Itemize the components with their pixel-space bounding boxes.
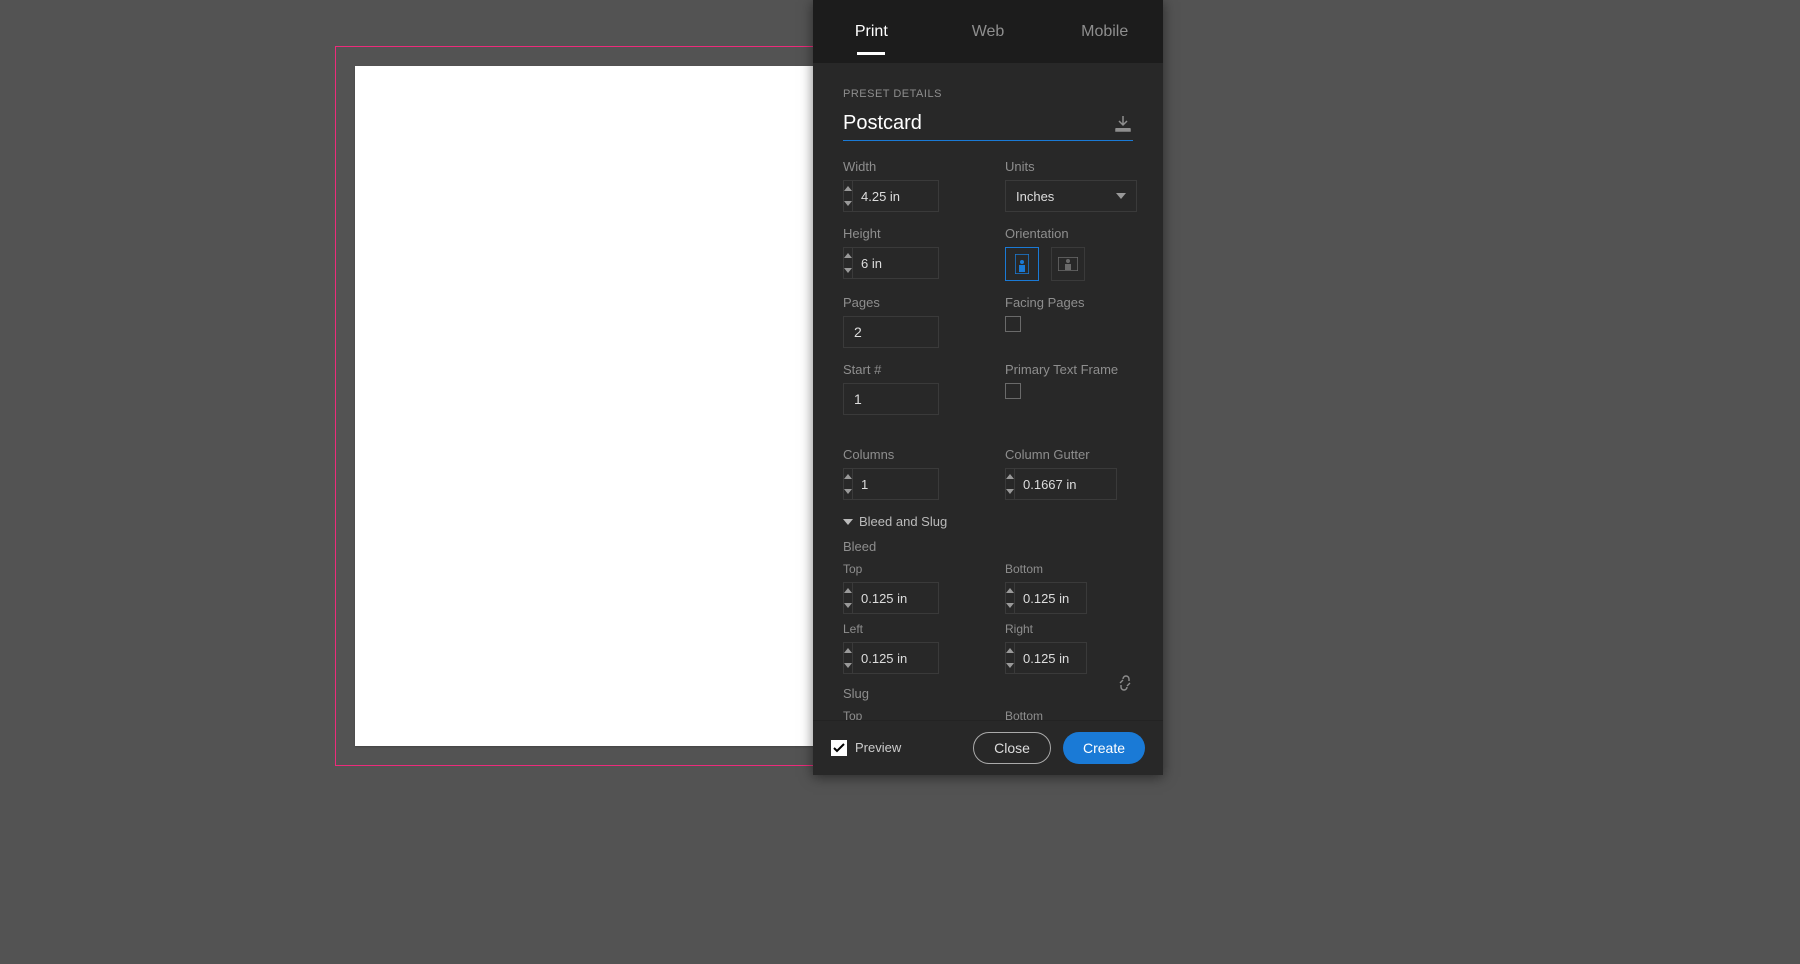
pages-label: Pages bbox=[843, 295, 971, 310]
bleed-top-stepper[interactable] bbox=[843, 582, 939, 614]
new-document-panel: Print Web Mobile PRESET DETAILS Width bbox=[813, 0, 1163, 775]
pages-input[interactable] bbox=[843, 316, 939, 348]
slug-label: Slug bbox=[843, 686, 1133, 701]
preview-checkbox[interactable] bbox=[831, 740, 847, 756]
bleed-right-increment[interactable] bbox=[1006, 643, 1014, 658]
start-num-label: Start # bbox=[843, 362, 971, 377]
portrait-icon bbox=[1015, 254, 1029, 274]
columns-increment[interactable] bbox=[844, 469, 852, 484]
bleed-left-increment[interactable] bbox=[844, 643, 852, 658]
close-button[interactable]: Close bbox=[973, 732, 1051, 764]
chevron-down-icon bbox=[1116, 193, 1126, 199]
landscape-icon bbox=[1058, 257, 1078, 271]
units-label: Units bbox=[1005, 159, 1133, 174]
primary-text-frame-checkbox[interactable] bbox=[1005, 383, 1021, 399]
primary-text-frame-label: Primary Text Frame bbox=[1005, 362, 1133, 377]
bleed-bottom-label: Bottom bbox=[1005, 562, 1133, 576]
tab-print[interactable]: Print bbox=[813, 0, 930, 63]
bleed-left-decrement[interactable] bbox=[844, 658, 852, 673]
orientation-landscape[interactable] bbox=[1051, 247, 1085, 281]
bleed-right-stepper[interactable] bbox=[1005, 642, 1087, 674]
chevron-down-icon bbox=[843, 519, 853, 525]
bleed-left-label: Left bbox=[843, 622, 971, 636]
bleed-right-decrement[interactable] bbox=[1006, 658, 1014, 673]
start-num-input[interactable] bbox=[843, 383, 939, 415]
intent-tabs: Print Web Mobile bbox=[813, 0, 1163, 63]
orientation-label: Orientation bbox=[1005, 226, 1133, 241]
bleed-right-input[interactable] bbox=[1015, 643, 1163, 673]
columns-label: Columns bbox=[843, 447, 971, 462]
height-increment[interactable] bbox=[844, 248, 852, 263]
save-preset-icon[interactable] bbox=[1113, 116, 1133, 132]
bleed-top-decrement[interactable] bbox=[844, 598, 852, 613]
bleed-top-increment[interactable] bbox=[844, 583, 852, 598]
bleed-bottom-decrement[interactable] bbox=[1006, 598, 1014, 613]
width-decrement[interactable] bbox=[844, 196, 852, 211]
preset-name-row bbox=[843, 112, 1133, 141]
column-gutter-input[interactable] bbox=[1015, 469, 1163, 499]
width-stepper[interactable] bbox=[843, 180, 939, 212]
width-increment[interactable] bbox=[844, 181, 852, 196]
bleed-slug-disclosure[interactable]: Bleed and Slug bbox=[843, 514, 1133, 529]
preset-name-input[interactable] bbox=[843, 112, 1113, 135]
preview-label: Preview bbox=[855, 740, 901, 755]
height-label: Height bbox=[843, 226, 971, 241]
orientation-portrait[interactable] bbox=[1005, 247, 1039, 281]
document-preview bbox=[335, 46, 855, 766]
gutter-increment[interactable] bbox=[1006, 469, 1014, 484]
tab-web[interactable]: Web bbox=[930, 0, 1047, 63]
panel-footer: Preview Close Create bbox=[813, 720, 1163, 775]
tab-mobile[interactable]: Mobile bbox=[1046, 0, 1163, 63]
page-preview bbox=[355, 66, 835, 746]
width-label: Width bbox=[843, 159, 971, 174]
column-gutter-label: Column Gutter bbox=[1005, 447, 1133, 462]
create-button[interactable]: Create bbox=[1063, 732, 1145, 764]
units-value: Inches bbox=[1016, 189, 1054, 204]
facing-pages-checkbox[interactable] bbox=[1005, 316, 1021, 332]
bleed-bottom-input[interactable] bbox=[1015, 583, 1163, 613]
columns-decrement[interactable] bbox=[844, 484, 852, 499]
facing-pages-label: Facing Pages bbox=[1005, 295, 1133, 310]
bleed-right-label: Right bbox=[1005, 622, 1133, 636]
bleed-label: Bleed bbox=[843, 539, 1133, 554]
column-gutter-stepper[interactable] bbox=[1005, 468, 1117, 500]
bleed-bottom-stepper[interactable] bbox=[1005, 582, 1087, 614]
panel-body: PRESET DETAILS Width Units bbox=[813, 63, 1163, 775]
height-decrement[interactable] bbox=[844, 263, 852, 278]
bleed-left-stepper[interactable] bbox=[843, 642, 939, 674]
preset-details-label: PRESET DETAILS bbox=[843, 88, 1133, 100]
bleed-top-label: Top bbox=[843, 562, 971, 576]
link-bleed-icon[interactable] bbox=[1117, 675, 1133, 696]
height-stepper[interactable] bbox=[843, 247, 939, 279]
gutter-decrement[interactable] bbox=[1006, 484, 1014, 499]
units-select[interactable]: Inches bbox=[1005, 180, 1137, 212]
bleed-slug-label: Bleed and Slug bbox=[859, 514, 947, 529]
columns-stepper[interactable] bbox=[843, 468, 939, 500]
bleed-bottom-increment[interactable] bbox=[1006, 583, 1014, 598]
